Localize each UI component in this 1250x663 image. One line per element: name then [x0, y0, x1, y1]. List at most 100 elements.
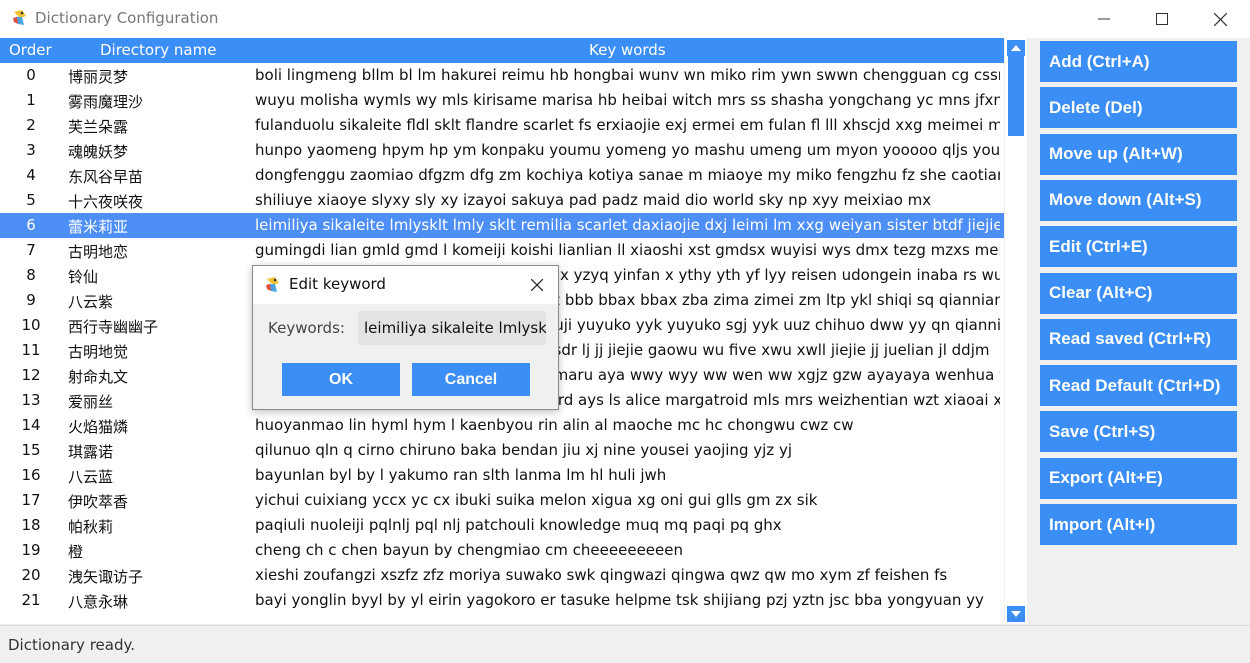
scroll-down-button[interactable]	[1007, 606, 1025, 622]
cell-directory-name: 古明地觉	[68, 343, 129, 361]
cell-directory-name: 十六夜咲夜	[68, 193, 144, 211]
table-row[interactable]: 15 琪露诺 qilunuo qln q cirno chiruno baka be…	[0, 438, 1004, 463]
table-row[interactable]: 14 火焰猫燐 huoyanmao lin hyml hym l kaenbyou …	[0, 413, 1004, 438]
cell-order: 19	[21, 541, 41, 559]
table-row[interactable]: 6 蕾米莉亚 leimiliya sikaleite lmlysklt lmly s…	[0, 213, 1004, 238]
table-row[interactable]: 2 芙兰朵露 fulanduolu sikaleite fldl sklt flan…	[0, 113, 1004, 138]
table-row[interactable]: 19 橙 cheng ch c chen bayun by chengmiao cm…	[0, 538, 1004, 563]
cell-directory-name: 琪露诺	[68, 443, 114, 461]
cell-order: 12	[21, 366, 41, 384]
dialog-title: Edit keyword	[289, 275, 386, 293]
cell-directory-name: 西行寺幽幽子	[68, 318, 159, 336]
dialog-close-button[interactable]	[525, 274, 549, 296]
app-window: Dictionary Configuration Order Directory…	[0, 0, 1250, 663]
table-header: Order Directory name Key words	[0, 38, 1004, 63]
cell-directory-name: 洩矢诹访子	[68, 568, 144, 586]
cell-order: 18	[21, 516, 41, 534]
cell-keywords: leimiliya sikaleite lmlysklt lmly sklt r…	[255, 216, 1000, 234]
cell-keywords: paqiuli nuoleiji pqlnlj pql nlj patchoul…	[255, 516, 782, 534]
cell-keywords: huoyanmao lin hyml hym l kaenbyou rin al…	[255, 416, 854, 434]
table-row[interactable]: 21 八意永琳 bayi yonglin byyl by yl eirin yago…	[0, 588, 1004, 613]
table-row[interactable]: 17 伊吹萃香 yichui cuixiang yccx yc cx ibuki s…	[0, 488, 1004, 513]
cell-directory-name: 魂魄妖梦	[68, 143, 129, 161]
ok-button[interactable]: OK	[282, 363, 400, 396]
import-button[interactable]: Import (Alt+I)	[1040, 504, 1237, 545]
table-row[interactable]: 1 雾雨魔理沙 wuyu molisha wymls wy mls kirisame…	[0, 88, 1004, 113]
cell-directory-name: 射命丸文	[68, 368, 129, 386]
cell-order: 13	[21, 391, 41, 409]
cell-directory-name: 橙	[68, 543, 84, 561]
column-header-order[interactable]: Order	[9, 41, 52, 59]
delete-button[interactable]: Delete (Del)	[1040, 87, 1237, 129]
cell-directory-name: 芙兰朵露	[68, 118, 129, 136]
cell-directory-name: 博丽灵梦	[68, 68, 129, 86]
read-saved-button[interactable]: Read saved (Ctrl+R)	[1040, 318, 1237, 360]
table-row[interactable]: 0 博丽灵梦 boli lingmeng bllm bl lm hakurei re…	[0, 63, 1004, 88]
clear-button[interactable]: Clear (Alt+C)	[1040, 272, 1237, 314]
close-icon	[531, 279, 543, 291]
cell-keywords: bayunlan byl by l yakumo ran slth lanma …	[255, 466, 667, 484]
edit-button[interactable]: Edit (Ctrl+E)	[1040, 226, 1237, 268]
cell-keywords: bayi yonglin byyl by yl eirin yagokoro e…	[255, 591, 984, 609]
column-header-name[interactable]: Directory name	[100, 41, 216, 59]
cell-keywords: qilunuo qln q cirno chiruno baka bendan …	[255, 441, 792, 459]
cell-order: 16	[21, 466, 41, 484]
keywords-label: Keywords:	[268, 319, 345, 337]
cell-directory-name: 东风谷早苗	[68, 168, 144, 186]
status-bar: Dictionary ready.	[0, 625, 1250, 663]
parrot-app-icon	[13, 10, 26, 25]
maximize-button[interactable]	[1133, 0, 1191, 38]
table-row[interactable]: 18 帕秋莉 paqiuli nuoleiji pqlnlj pql nlj pat…	[0, 513, 1004, 538]
cell-directory-name: 铃仙	[68, 268, 99, 286]
cell-order: 21	[21, 591, 41, 609]
table-row[interactable]: 4 东风谷早苗 dongfenggu zaomiao dfgzm dfg zm ko…	[0, 163, 1004, 188]
cell-directory-name: 雾雨魔理沙	[68, 93, 144, 111]
cell-directory-name: 火焰猫燐	[68, 418, 129, 436]
status-text: Dictionary ready.	[8, 636, 135, 654]
table-row[interactable]: 3 魂魄妖梦 hunpo yaomeng hpym hp ym konpaku yo…	[0, 138, 1004, 163]
move-down-button[interactable]: Move down (Alt+S)	[1040, 179, 1237, 221]
cancel-button[interactable]: Cancel	[412, 363, 530, 396]
vertical-scrollbar[interactable]	[1005, 38, 1027, 624]
cell-order: 8	[26, 266, 36, 284]
cell-directory-name: 爱丽丝	[68, 393, 114, 411]
dialog-title-bar: Edit keyword	[253, 266, 558, 304]
cell-keywords: dongfenggu zaomiao dfgzm dfg zm kochiya …	[255, 166, 1000, 184]
scroll-thumb[interactable]	[1008, 56, 1024, 136]
cell-keywords: yichui cuixiang yccx yc cx ibuki suika m…	[255, 491, 818, 509]
cell-order: 2	[26, 116, 36, 134]
cell-order: 20	[21, 566, 41, 584]
cell-directory-name: 八云蓝	[68, 468, 114, 486]
cell-order: 3	[26, 141, 36, 159]
cell-order: 9	[26, 291, 36, 309]
cell-order: 11	[21, 341, 41, 359]
cell-order: 7	[26, 241, 36, 259]
minimize-button[interactable]	[1075, 0, 1133, 38]
cell-order: 17	[21, 491, 41, 509]
window-title: Dictionary Configuration	[35, 9, 219, 27]
cell-order: 10	[21, 316, 41, 334]
table-row[interactable]: 16 八云蓝 bayunlan byl by l yakumo ran slth l…	[0, 463, 1004, 488]
cell-directory-name: 蕾米莉亚	[68, 218, 129, 236]
add-button[interactable]: Add (Ctrl+A)	[1040, 41, 1237, 82]
cell-keywords: xieshi zoufangzi xszfz zfz moriya suwako…	[255, 566, 948, 584]
cell-order: 5	[26, 191, 36, 209]
move-up-button[interactable]: Move up (Alt+W)	[1040, 133, 1237, 175]
cell-order: 1	[26, 91, 36, 109]
chevron-up-icon	[1011, 45, 1021, 51]
table-row[interactable]: 7 古明地恋 gumingdi lian gmld gmd l komeiji ko…	[0, 238, 1004, 263]
table-row[interactable]: 20 洩矢诹访子 xieshi zoufangzi xszfz zfz moriya…	[0, 563, 1004, 588]
scroll-up-button[interactable]	[1007, 40, 1025, 56]
cell-keywords: wuyu molisha wymls wy mls kirisame maris…	[255, 91, 1000, 109]
column-header-keywords[interactable]: Key words	[589, 41, 666, 59]
cell-directory-name: 古明地恋	[68, 243, 129, 261]
save-button[interactable]: Save (Ctrl+S)	[1040, 411, 1237, 453]
table-row[interactable]: 5 十六夜咲夜 shiliuye xiaoye slyxy sly xy izayo…	[0, 188, 1004, 213]
cell-order: 0	[26, 66, 36, 84]
close-button[interactable]	[1191, 0, 1249, 38]
close-icon	[1213, 12, 1227, 26]
cell-keywords: shiliuye xiaoye slyxy sly xy izayoi saku…	[255, 191, 932, 209]
export-button[interactable]: Export (Alt+E)	[1040, 457, 1237, 499]
read-default-button[interactable]: Read Default (Ctrl+D)	[1040, 365, 1237, 407]
keywords-input[interactable]: leimiliya sikaleite lmlyskl	[358, 311, 546, 345]
